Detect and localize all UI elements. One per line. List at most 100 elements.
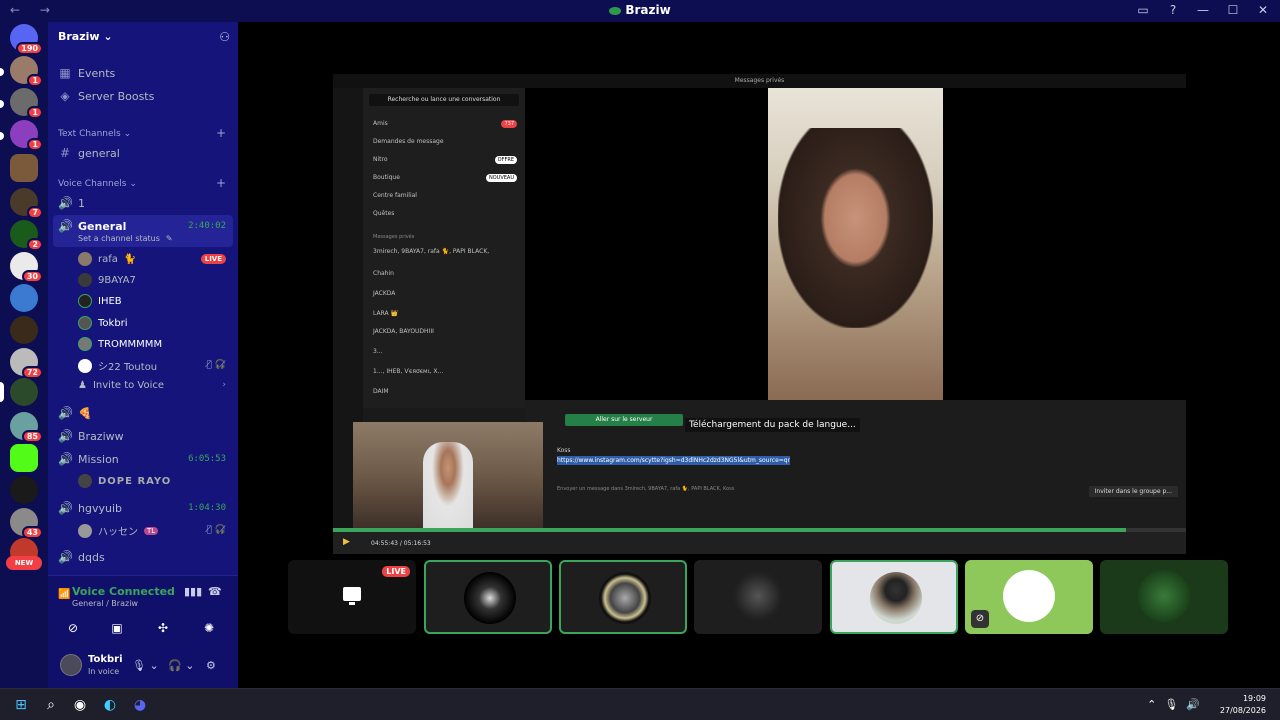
settings-gear-icon[interactable]: ⚙ [206, 659, 216, 672]
avatar [870, 572, 922, 624]
server-boosts-item[interactable]: ◈ Server Boosts [58, 89, 154, 103]
invite-to-voice[interactable]: ♟ Invite to Voice [78, 380, 164, 391]
voice-channel-hgvyuib[interactable]: 🔊 hgvyuib [58, 501, 122, 515]
stream-msg-author: Koss [557, 447, 571, 454]
tile-participant[interactable] [559, 560, 687, 634]
voice-user-toutou[interactable]: シ22 Toutou [78, 358, 157, 373]
share-screen-button[interactable]: ▣ [98, 618, 136, 638]
set-channel-status[interactable]: Set a channel status ✎ [78, 234, 173, 243]
user-name[interactable]: Tokbri [88, 654, 123, 665]
soundboard-button[interactable]: ✺ [190, 618, 228, 638]
server-icon[interactable]: 2 [10, 220, 43, 251]
add-user-icon[interactable]: ⚇ [219, 30, 230, 44]
clock-date: 27/08/2026 [1219, 706, 1266, 715]
server-icon-braziw[interactable] [10, 378, 38, 406]
server-icon[interactable]: 43 [10, 508, 43, 539]
avatar[interactable] [60, 654, 82, 676]
search-icon[interactable]: ⌕ [42, 697, 60, 713]
inbox-icon[interactable]: ▭ [1136, 3, 1150, 17]
edge-icon[interactable]: ◐ [101, 697, 119, 713]
tile-participant[interactable] [694, 560, 822, 634]
close-button[interactable]: ✕ [1256, 3, 1270, 17]
voice-channel-pizza[interactable]: 🔊 🍕 [58, 406, 92, 420]
server-icon[interactable]: 85 [10, 412, 43, 443]
voice-user-trommmmm[interactable]: TROMMMMM [78, 337, 162, 351]
tile-participant[interactable] [830, 560, 958, 634]
stream-dm-header: Messages privés [373, 234, 415, 240]
noise-suppression-icon[interactable]: ▮▮▮ [184, 585, 202, 598]
voice-channel-dqds[interactable]: 🔊 dqds [58, 550, 105, 564]
avatar [78, 523, 92, 538]
headset-icon[interactable]: 🎧 ⌄ [168, 659, 194, 672]
tile-participant[interactable]: ⊘ [965, 560, 1093, 634]
server-badge: 7 [27, 206, 43, 219]
voice-user-hassen[interactable]: ハッセン TL [78, 523, 159, 538]
voice-channel-general[interactable]: 🔊 General [58, 219, 126, 233]
add-voice-channel-icon[interactable]: + [216, 176, 226, 190]
new-badge[interactable]: NEW [6, 556, 42, 570]
home-dm-icon[interactable]: 190 [10, 24, 43, 55]
voice-channel-1[interactable]: 🔊 1 [58, 196, 85, 210]
voice-user-dope-rayo[interactable]: DOPE RAYO [78, 474, 171, 488]
kick-server-icon[interactable] [10, 444, 38, 472]
video-off-icon: ⊘ [971, 610, 989, 628]
server-icon[interactable]: 1 [10, 56, 43, 87]
app-logo-icon [609, 6, 622, 15]
screen-share-stream[interactable]: Messages privés Recherche ou lance une c… [333, 74, 1186, 554]
channel-general[interactable]: # general [58, 146, 120, 160]
system-tray[interactable]: ⌃🎙🔊 [1147, 698, 1208, 711]
discord-icon[interactable]: ◕ [131, 697, 149, 713]
home-badge: 190 [16, 42, 43, 55]
text-channels-category[interactable]: Text Channels ⌄ [58, 129, 131, 139]
events-item[interactable]: ▦ Events [58, 66, 115, 80]
tile-participant[interactable] [1100, 560, 1228, 634]
webcam-person [423, 442, 473, 528]
speaker-icon: 🔊 [58, 501, 73, 515]
server-icon[interactable] [10, 316, 38, 344]
add-text-channel-icon[interactable]: + [216, 126, 226, 140]
server-icon[interactable] [10, 476, 38, 504]
avatar [78, 358, 92, 373]
voice-connected-title[interactable]: Voice Connected [72, 585, 175, 598]
server-icon[interactable]: 30 [10, 252, 43, 283]
server-icon[interactable]: 7 [10, 188, 43, 219]
activities-button[interactable]: ✣ [144, 618, 182, 638]
voice-user-name: Tokbri [98, 317, 128, 329]
voice-user-iheb[interactable]: IHEB [78, 294, 122, 308]
tile-stream-rafa[interactable]: LIVE [288, 560, 416, 634]
maximize-button[interactable]: ☐ [1226, 3, 1240, 17]
server-icon[interactable]: 72 [10, 348, 43, 379]
server-icon[interactable]: 1 [10, 120, 43, 151]
stream-badge: 737 [501, 120, 517, 128]
stream-dm: DAIM [373, 388, 389, 395]
server-icon[interactable]: 1 [10, 88, 43, 119]
help-icon[interactable]: ? [1166, 3, 1180, 17]
voice-channels-category[interactable]: Voice Channels ⌄ [58, 179, 137, 189]
disconnect-icon[interactable]: ☎ [208, 585, 222, 598]
voice-user-name: DOPE RAYO [98, 475, 172, 487]
stream-nav-item: Centre familial [373, 192, 417, 199]
tile-participant[interactable] [424, 560, 552, 634]
microphone-icon[interactable]: 🎙 ⌄ [132, 659, 159, 672]
voice-user-rafa[interactable]: rafa 🐈 [78, 252, 136, 266]
server-icon[interactable] [10, 284, 38, 312]
avatar [78, 474, 92, 488]
camera-toggle-button[interactable]: ⊘ [54, 618, 92, 638]
minimize-button[interactable]: — [1196, 3, 1210, 17]
signal-icon[interactable]: 📶 [58, 589, 70, 600]
voice-user-tokbri[interactable]: Tokbri [78, 316, 128, 330]
server-name-header[interactable]: Braziw ⌄ [58, 30, 113, 43]
avatar [464, 572, 516, 624]
windows-start-icon[interactable]: ⊞ [12, 697, 30, 713]
voice-connected-subtitle[interactable]: General / Braziw [72, 599, 138, 608]
hashtag-icon: # [59, 146, 71, 160]
live-badge: LIVE [382, 566, 410, 577]
server-icon[interactable] [10, 154, 38, 182]
clock[interactable]: 19:09 27/08/2026 [1220, 693, 1266, 717]
voice-channel-mission[interactable]: 🔊 Mission [58, 452, 119, 466]
voice-channel-braziww[interactable]: 🔊 Braziww [58, 429, 124, 443]
channel-label: general [78, 146, 120, 160]
clock-time: 19:09 [1242, 694, 1266, 703]
voice-user-9baya7[interactable]: 9BAYA7 [78, 273, 136, 287]
steam-icon[interactable]: ◉ [71, 697, 89, 713]
